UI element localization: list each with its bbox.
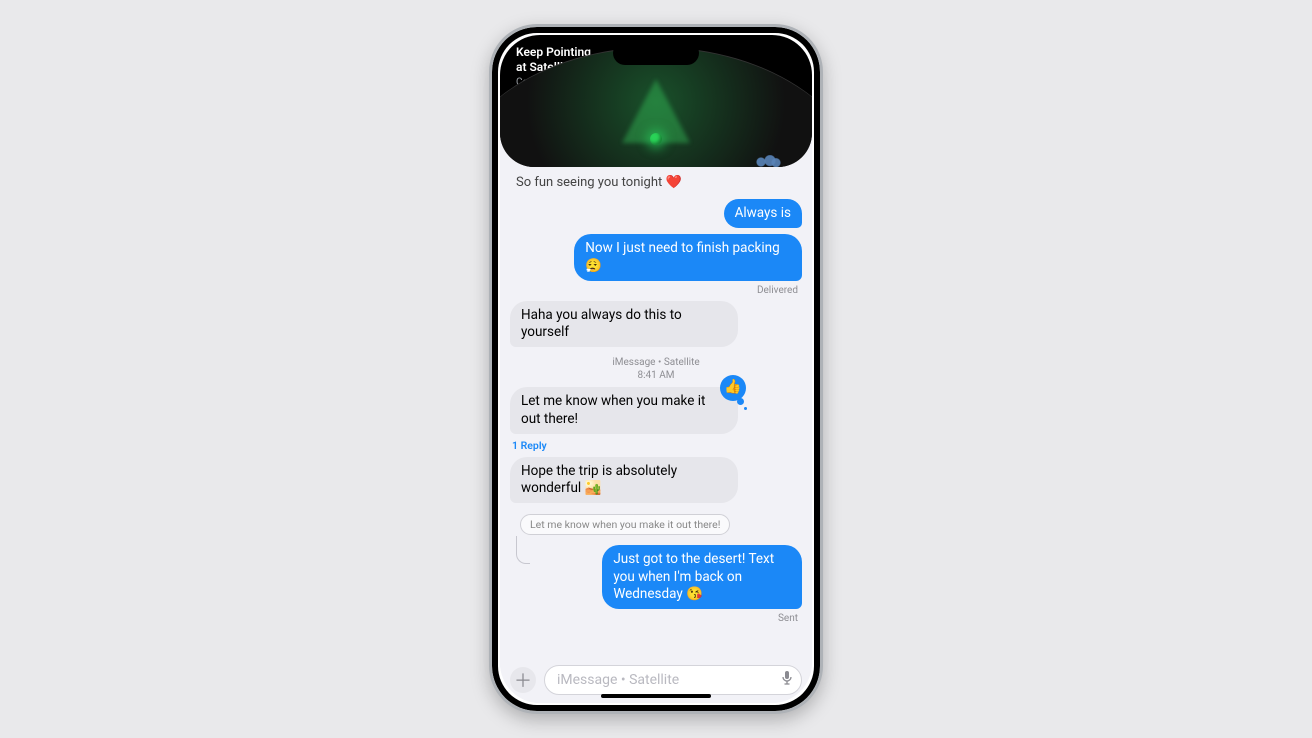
reply-connector-icon <box>516 536 530 564</box>
cloud-icon <box>752 155 782 167</box>
dynamic-island <box>613 41 699 65</box>
message-row[interactable]: Let me know when you make it out there! … <box>510 387 802 434</box>
message-bubble-outgoing[interactable]: Always is <box>724 199 802 228</box>
divider-line2: 8:41 AM <box>637 370 674 381</box>
message-bubble-incoming[interactable]: Let me know when you make it out there! … <box>510 387 738 434</box>
message-input[interactable]: iMessage • Satellite <box>544 665 802 695</box>
message-row[interactable]: Now I just need to finish packing 😮‍💨 <box>510 234 802 281</box>
iphone-frame: Keep Pointing at Satellite Connected So … <box>489 24 823 714</box>
message-bubble-outgoing[interactable]: Just got to the desert! Text you when I'… <box>602 545 802 609</box>
message-bubble-incoming[interactable]: Hope the trip is absolutely wonderful 🏜️ <box>510 457 738 504</box>
message-row[interactable]: Hope the trip is absolutely wonderful 🏜️ <box>510 457 802 504</box>
location-dot-icon <box>650 133 662 145</box>
tapback-thumbs-up-icon[interactable]: 👍 <box>720 375 746 401</box>
reply-count-link[interactable]: 1 Reply <box>510 437 802 454</box>
delivery-status: Delivered <box>510 284 802 298</box>
message-bubble-outgoing[interactable]: Now I just need to finish packing 😮‍💨 <box>574 234 802 281</box>
screen: Keep Pointing at Satellite Connected So … <box>500 35 812 703</box>
satellite-banner[interactable]: Keep Pointing at Satellite Connected <box>500 35 812 167</box>
message-text: Let me know when you make it out there! <box>521 393 705 426</box>
delivery-status: Sent <box>510 612 802 626</box>
message-row[interactable]: Just got to the desert! Text you when I'… <box>546 545 802 609</box>
add-attachment-button[interactable]: ＋ <box>510 667 536 693</box>
divider-line1: iMessage • Satellite <box>612 357 699 368</box>
chat-thread[interactable]: So fun seeing you tonight ❤️ Always is N… <box>500 167 812 659</box>
quoted-message[interactable]: Let me know when you make it out there! <box>520 514 730 535</box>
message-row[interactable]: Haha you always do this to yourself <box>510 301 802 348</box>
dictate-icon[interactable] <box>781 670 793 690</box>
reply-thread: Let me know when you make it out there! … <box>510 514 802 612</box>
message-bubble-incoming[interactable]: Haha you always do this to yourself <box>510 301 738 348</box>
message-row[interactable]: Always is <box>510 199 802 228</box>
thread-divider: iMessage • Satellite 8:41 AM <box>510 356 802 382</box>
message-input-placeholder: iMessage • Satellite <box>557 672 679 688</box>
home-indicator[interactable] <box>601 694 711 698</box>
message-peek: So fun seeing you tonight ❤️ <box>510 173 802 196</box>
